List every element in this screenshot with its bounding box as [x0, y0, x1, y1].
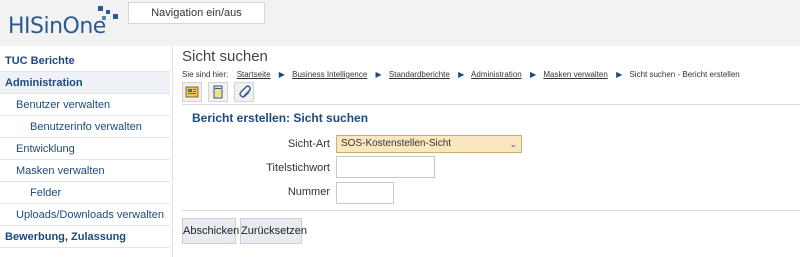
- sidebar-item-benutzerinfo-verwalten[interactable]: Benutzerinfo verwalten: [0, 116, 170, 138]
- sidebar-nav: TUC Berichte Administration Benutzer ver…: [0, 50, 170, 257]
- bookmark-button[interactable]: [208, 82, 228, 102]
- breadcrumb-link-administration[interactable]: Administration: [471, 70, 522, 79]
- report-icon: [185, 86, 199, 98]
- breadcrumb-arrow-icon: ▶: [458, 70, 465, 79]
- panel-title: Bericht erstellen: Sicht suchen: [192, 111, 369, 125]
- app-logo[interactable]: HISinOne: [8, 14, 106, 39]
- breadcrumb-link-standardberichte[interactable]: Standardberichte: [389, 70, 450, 79]
- breadcrumb-arrow-icon: ▶: [529, 70, 537, 79]
- breadcrumb-arrow-icon: ▶: [278, 70, 285, 79]
- sidebar-item-tuc-berichte[interactable]: TUC Berichte: [0, 50, 170, 72]
- app-header: HISinOne Navigation ein/aus: [0, 0, 800, 46]
- report-form-panel: Bericht erstellen: Sicht suchen Sicht-Ar…: [182, 104, 800, 211]
- sidebar-item-benutzer-verwalten[interactable]: Benutzer verwalten: [0, 94, 170, 116]
- attachment-icon: [239, 85, 251, 98]
- sicht-art-label: Sicht-Art: [287, 138, 330, 150]
- breadcrumb-current: Sicht suchen - Bericht erstellen: [629, 70, 740, 79]
- breadcrumb-prefix: Sie sind hier:: [182, 70, 229, 79]
- main-content: Sicht suchen Sie sind hier: Startseite ▶…: [182, 46, 800, 257]
- sidebar-item-entwicklung[interactable]: Entwicklung: [0, 138, 170, 160]
- navigation-toggle-button[interactable]: Navigation ein/aus: [128, 2, 265, 24]
- titelstichwort-field[interactable]: [336, 156, 435, 178]
- report-button[interactable]: [182, 82, 202, 102]
- sidebar-divider: [172, 46, 173, 257]
- breadcrumb-link-masken-verwalten[interactable]: Masken verwalten: [543, 70, 607, 79]
- sidebar-item-masken-verwalten[interactable]: Masken verwalten: [0, 160, 170, 182]
- logo-dots-icon: [98, 6, 120, 26]
- sidebar-item-administration[interactable]: Administration: [0, 72, 170, 94]
- breadcrumb: Sie sind hier: Startseite ▶ Business Int…: [182, 70, 740, 79]
- breadcrumb-arrow-icon: ▶: [616, 70, 623, 79]
- bookmark-icon: [213, 85, 223, 99]
- breadcrumb-link-startseite[interactable]: Startseite: [237, 70, 271, 79]
- sicht-art-select[interactable]: SOS-Kostenstellen-Sicht ⌄: [336, 135, 522, 153]
- submit-button[interactable]: Abschicken: [182, 218, 239, 244]
- sidebar-item-uploads-downloads[interactable]: Uploads/Downloads verwalten: [0, 204, 170, 226]
- breadcrumb-link-business-intelligence[interactable]: Business Intelligence: [292, 70, 367, 79]
- sidebar-item-felder[interactable]: Felder: [0, 182, 170, 204]
- sicht-art-selected-value: SOS-Kostenstellen-Sicht: [341, 138, 452, 149]
- nummer-label: Nummer: [287, 186, 330, 198]
- reset-button[interactable]: Zurücksetzen: [240, 218, 307, 244]
- titelstichwort-label: Titelstichwort: [266, 162, 330, 174]
- nummer-field[interactable]: [336, 182, 394, 204]
- page-title: Sicht suchen: [182, 48, 268, 65]
- sidebar-item-bewerbung-zulassung[interactable]: Bewerbung, Zulassung: [0, 226, 170, 248]
- chevron-down-icon: ⌄: [509, 139, 517, 149]
- breadcrumb-arrow-icon: ▶: [375, 70, 382, 79]
- attachment-button[interactable]: [234, 82, 254, 102]
